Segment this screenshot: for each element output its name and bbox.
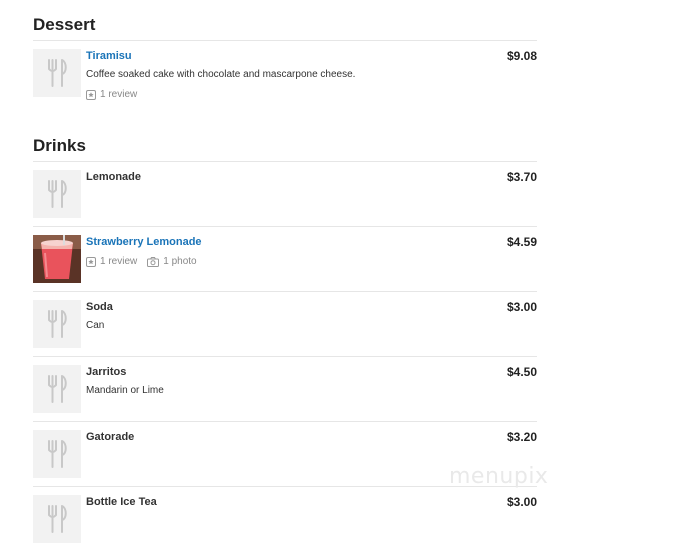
item-meta: 1 review xyxy=(86,88,147,101)
utensils-placeholder-icon xyxy=(33,495,81,543)
menu-item-strawberry-lemonade[interactable]: Strawberry Lemonade 1 review 1 photo $4.… xyxy=(33,227,537,292)
item-price: $4.50 xyxy=(506,365,537,379)
menu-item-tiramisu[interactable]: Tiramisu Coffee soaked cake with chocola… xyxy=(33,41,537,112)
item-name: Jarritos xyxy=(86,366,127,378)
section-title-drinks: Drinks xyxy=(33,136,86,155)
item-name: Bottle Ice Tea xyxy=(86,496,157,508)
item-price: $3.00 xyxy=(506,495,537,509)
review-count[interactable]: 1 review xyxy=(86,255,137,268)
menu-item-jarritos[interactable]: Jarritos Mandarin or Lime $4.50 xyxy=(33,357,537,422)
camera-icon xyxy=(147,256,160,267)
item-meta: 1 review 1 photo xyxy=(86,255,207,268)
review-icon xyxy=(86,89,96,100)
section-title-dessert: Dessert xyxy=(33,15,96,34)
menu-item-bottle-ice-tea[interactable]: Bottle Ice Tea $3.00 xyxy=(33,487,537,551)
utensils-placeholder-icon xyxy=(33,300,81,348)
item-name-link[interactable]: Tiramisu xyxy=(86,49,132,63)
item-price: $3.70 xyxy=(506,170,537,184)
item-price: $9.08 xyxy=(506,49,537,63)
utensils-placeholder-icon xyxy=(33,365,81,413)
photo-count[interactable]: 1 photo xyxy=(147,255,197,268)
item-name: Gatorade xyxy=(86,431,135,443)
dessert-list: Tiramisu Coffee soaked cake with chocola… xyxy=(33,41,537,112)
watermark-logo: menupix xyxy=(449,464,549,489)
review-count[interactable]: 1 review xyxy=(86,88,137,101)
item-price: $4.59 xyxy=(506,235,537,249)
item-description: Coffee soaked cake with chocolate and ma… xyxy=(86,69,356,80)
drinks-list: Lemonade $3.70 Strawberry Lemonade 1 rev… xyxy=(33,162,537,551)
item-name: Soda xyxy=(86,301,113,313)
item-name-link[interactable]: Strawberry Lemonade xyxy=(86,235,202,249)
utensils-placeholder-icon xyxy=(33,49,81,97)
item-price: $3.00 xyxy=(506,300,537,314)
menu-item-lemonade[interactable]: Lemonade $3.70 xyxy=(33,162,537,227)
item-price: $3.20 xyxy=(506,430,537,444)
utensils-placeholder-icon xyxy=(33,430,81,478)
review-count-label: 1 review xyxy=(100,89,138,100)
item-description: Can xyxy=(86,320,105,331)
utensils-placeholder-icon xyxy=(33,170,81,218)
review-count-label: 1 review xyxy=(100,256,138,267)
item-name: Lemonade xyxy=(86,171,142,183)
drink-photo[interactable] xyxy=(33,235,81,283)
photo-count-label: 1 photo xyxy=(163,256,197,267)
review-icon xyxy=(86,256,96,267)
item-description: Mandarin or Lime xyxy=(86,385,164,396)
menu-item-soda[interactable]: Soda Can $3.00 xyxy=(33,292,537,357)
